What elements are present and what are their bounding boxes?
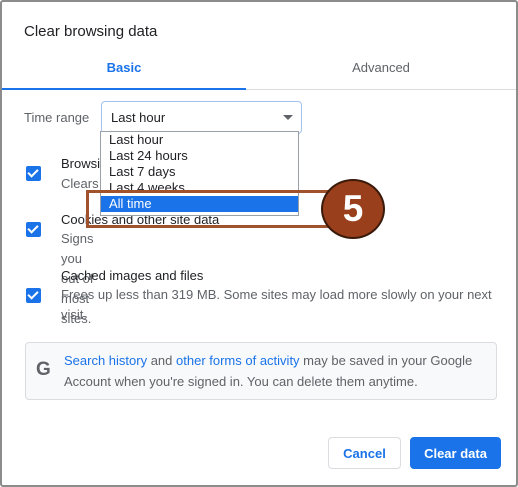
time-range-select[interactable]: Last hour: [101, 101, 302, 134]
dropdown-option-last-7-days[interactable]: Last 7 days: [101, 164, 298, 180]
dialog-title: Clear browsing data: [24, 23, 158, 40]
dropdown-option-last-24-hours[interactable]: Last 24 hours: [101, 148, 298, 164]
time-range-selected-value: Last hour: [111, 110, 166, 125]
search-history-link[interactable]: Search history: [64, 353, 147, 368]
tab-advanced[interactable]: Advanced: [246, 52, 516, 89]
google-notice-text: Search history and other forms of activi…: [64, 350, 490, 392]
google-account-notice: G Search history and other forms of acti…: [25, 342, 497, 400]
step-number-badge: 5: [321, 179, 385, 239]
tab-bar: Basic Advanced: [2, 52, 516, 90]
cancel-button[interactable]: Cancel: [328, 437, 401, 469]
time-range-label: Time range: [24, 110, 90, 125]
dropdown-caret-icon: [283, 115, 293, 120]
cached-images-checkbox[interactable]: [26, 288, 41, 303]
dropdown-option-last-hour[interactable]: Last hour: [101, 132, 298, 148]
google-g-icon: G: [36, 359, 51, 380]
other-activity-link[interactable]: other forms of activity: [176, 353, 300, 368]
tab-basic[interactable]: Basic: [2, 52, 246, 90]
option-title: Cached images and files: [61, 268, 204, 283]
step-highlight-box: [86, 190, 330, 228]
cookies-checkbox[interactable]: [26, 222, 41, 237]
option-description: Frees up less than 319 MB. Some sites ma…: [61, 287, 492, 322]
notice-connector: and: [147, 353, 177, 368]
browsing-history-checkbox[interactable]: [26, 166, 41, 181]
clear-browsing-data-dialog: Clear browsing data Basic Advanced Time …: [0, 0, 518, 487]
clear-data-button[interactable]: Clear data: [410, 437, 501, 469]
